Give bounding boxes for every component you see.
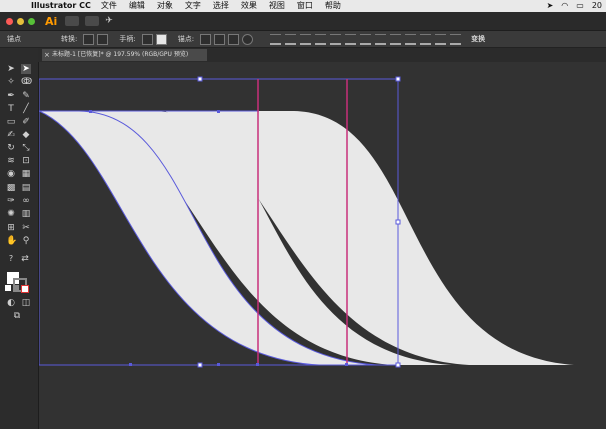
mesh-tool-icon[interactable]: ▩ xyxy=(6,183,16,193)
zoom-tool-icon[interactable]: ⚲ xyxy=(21,236,31,246)
menu-type[interactable]: 文字 xyxy=(185,0,201,12)
convert-smooth-button[interactable] xyxy=(97,33,109,45)
artwork-bands[interactable] xyxy=(39,111,574,365)
distribute-left-icon[interactable] xyxy=(405,33,417,45)
transform-link[interactable]: 变换 xyxy=(471,31,485,47)
convert-label: 转换: xyxy=(61,35,78,43)
send-icon[interactable]: ➤ xyxy=(547,0,554,12)
align-top-icon[interactable] xyxy=(315,33,327,45)
application-bar: Ai ✈ xyxy=(0,12,606,31)
screen-mode-icon[interactable]: ⧉ xyxy=(12,311,22,321)
close-window-button[interactable] xyxy=(6,17,13,25)
menu-edit[interactable]: 编辑 xyxy=(129,0,145,12)
hide-handles-button[interactable] xyxy=(155,33,167,45)
distribute-top-icon[interactable] xyxy=(360,33,372,45)
toolbar-help-icon[interactable]: ? xyxy=(6,254,16,264)
menu-select[interactable]: 选择 xyxy=(213,0,229,12)
perspective-grid-icon[interactable]: ▦ xyxy=(21,169,31,179)
isolate-button[interactable] xyxy=(242,33,254,45)
width-tool-icon[interactable]: ≋ xyxy=(6,156,16,166)
control-bar: 锚点 转换: 手柄: 锚点: 变换 xyxy=(0,31,606,48)
paintbrush-tool-icon[interactable]: ✐ xyxy=(21,117,31,127)
convert-corner-button[interactable] xyxy=(83,33,95,45)
symbol-sprayer-icon[interactable]: ✺ xyxy=(6,209,16,219)
eyedropper-tool-icon[interactable]: ✑ xyxy=(6,196,16,206)
zoom-window-button[interactable] xyxy=(28,17,35,25)
slice-tool-icon[interactable]: ✂ xyxy=(21,223,31,233)
clock-text[interactable]: 20 xyxy=(592,0,602,12)
align-bottom-icon[interactable] xyxy=(345,33,357,45)
gradient-mode-icon[interactable] xyxy=(13,285,19,291)
bridge-button[interactable] xyxy=(65,16,80,26)
direct-selection-tool-icon[interactable]: ➤ xyxy=(21,64,31,74)
free-transform-tool-icon[interactable]: ⊡ xyxy=(21,156,31,166)
blend-tool-icon[interactable]: ∞ xyxy=(21,196,31,206)
distribute-right-icon[interactable] xyxy=(435,33,447,45)
shape-builder-icon[interactable]: ◉ xyxy=(6,169,16,179)
draw-mode-icon[interactable]: ◐ xyxy=(6,298,16,308)
align-to-icon[interactable] xyxy=(450,33,462,45)
wifi-icon[interactable]: ◠ xyxy=(561,0,568,12)
distribute-vcenter-icon[interactable] xyxy=(375,33,387,45)
menu-object[interactable]: 对象 xyxy=(157,0,173,12)
behind-mode-icon[interactable]: ◫ xyxy=(21,298,31,308)
artboard-canvas[interactable] xyxy=(39,62,606,429)
align-left-icon[interactable] xyxy=(270,33,282,45)
rectangle-tool-icon[interactable]: ▭ xyxy=(6,117,16,127)
menu-window[interactable]: 窗口 xyxy=(297,0,313,12)
type-tool-icon[interactable]: T xyxy=(6,104,16,114)
magic-wand-tool-icon[interactable]: ✧ xyxy=(6,77,16,87)
close-tab-icon[interactable]: × xyxy=(44,49,50,61)
mac-menu-bar: Illustrator CC 文件 编辑 对象 文字 选择 效果 视图 窗口 帮… xyxy=(0,0,606,12)
arrange-documents-button[interactable] xyxy=(85,16,100,26)
tools-panel: ➤ ➤ ✧ ↂ ✒ ✎ T ╱ ▭ ✐ ✍ ◆ ↻ ⤡ ≋ ⊡ ◉ ▦ ▩ ▤ … xyxy=(0,48,39,429)
remove-anchor-button[interactable] xyxy=(200,33,212,45)
anchor-section-label: 锚点 xyxy=(7,35,21,43)
ai-logo: Ai xyxy=(45,14,58,28)
pen-tool-icon[interactable]: ✒ xyxy=(6,91,16,101)
menu-effect[interactable]: 效果 xyxy=(241,0,257,12)
lasso-tool-icon[interactable]: ↂ xyxy=(21,77,32,87)
minimize-window-button[interactable] xyxy=(17,17,24,25)
align-right-icon[interactable] xyxy=(300,33,312,45)
handles-label: 手柄: xyxy=(119,35,136,43)
anchors-label: 锚点: xyxy=(177,35,195,43)
distribute-hcenter-icon[interactable] xyxy=(420,33,432,45)
fill-stroke-swap-icon[interactable]: ⇄ xyxy=(20,254,30,264)
status-area: ➤ ◠ ▭ 20 xyxy=(547,0,602,12)
document-title: 未标题-1 [已恢复]* @ 197.59% (RGB/GPU 预览) xyxy=(52,51,189,58)
line-tool-icon[interactable]: ╱ xyxy=(21,104,31,114)
align-vcenter-icon[interactable] xyxy=(330,33,342,45)
menu-view[interactable]: 视图 xyxy=(269,0,285,12)
color-mode-icon[interactable] xyxy=(5,285,11,291)
eraser-tool-icon[interactable]: ◆ xyxy=(21,130,31,140)
document-tab-bar: × 未标题-1 [已恢复]* @ 197.59% (RGB/GPU 预览) xyxy=(38,48,606,62)
document-tab[interactable]: × 未标题-1 [已恢复]* @ 197.59% (RGB/GPU 预览) xyxy=(42,49,207,61)
menu-file[interactable]: 文件 xyxy=(101,0,117,12)
curvature-tool-icon[interactable]: ✎ xyxy=(21,91,31,101)
gpu-performance-icon[interactable]: ✈ xyxy=(105,16,113,26)
selection-tool-icon[interactable]: ➤ xyxy=(6,64,16,74)
cut-path-button[interactable] xyxy=(228,33,240,45)
show-handles-button[interactable] xyxy=(141,33,153,45)
column-graph-icon[interactable]: ▥ xyxy=(21,209,31,219)
battery-icon[interactable]: ▭ xyxy=(576,0,584,12)
none-mode-icon[interactable] xyxy=(21,285,29,293)
align-hcenter-icon[interactable] xyxy=(285,33,297,45)
distribute-bottom-icon[interactable] xyxy=(390,33,402,45)
app-menu[interactable]: Illustrator CC xyxy=(31,0,91,12)
scale-tool-icon[interactable]: ⤡ xyxy=(21,143,31,153)
hand-tool-icon[interactable]: ✋ xyxy=(6,236,17,246)
connect-anchor-button[interactable] xyxy=(214,33,226,45)
menu-help[interactable]: 帮助 xyxy=(325,0,341,12)
gradient-tool-icon[interactable]: ▤ xyxy=(21,183,31,193)
artboard-tool-icon[interactable]: ⊞ xyxy=(6,223,16,233)
shaper-tool-icon[interactable]: ✍ xyxy=(6,130,16,140)
rotate-tool-icon[interactable]: ↻ xyxy=(6,143,16,153)
